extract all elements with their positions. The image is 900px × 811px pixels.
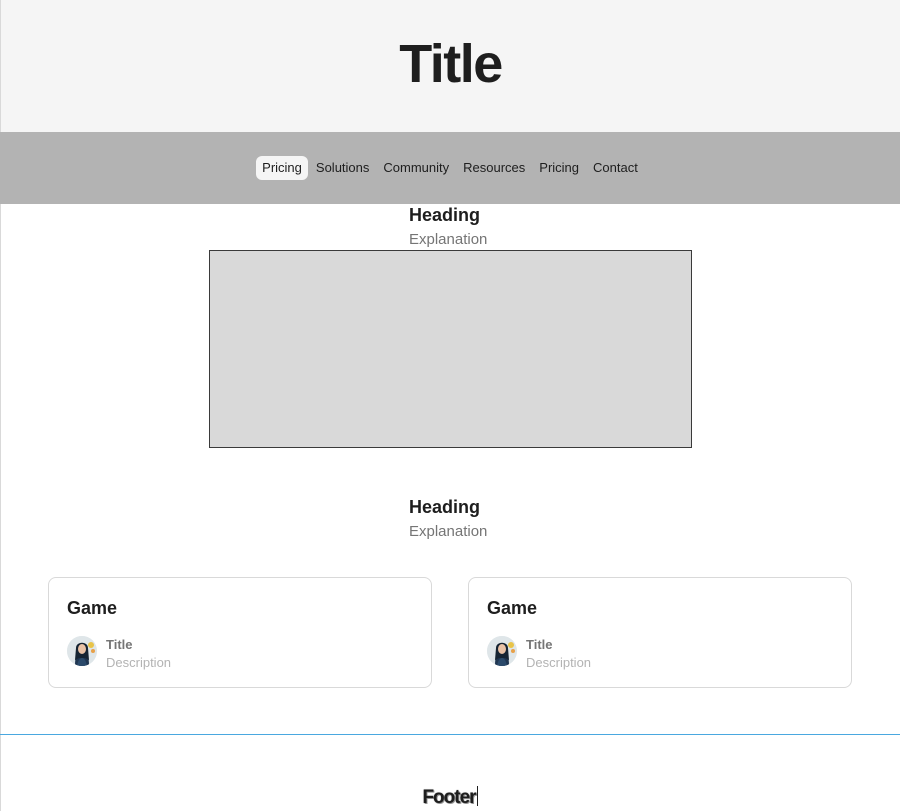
header: Title bbox=[0, 0, 900, 132]
page-border bbox=[0, 204, 1, 735]
text-caret bbox=[476, 786, 478, 806]
avatar bbox=[487, 636, 517, 666]
nav-item-resources[interactable]: Resources bbox=[457, 156, 531, 180]
nav-item-pricing[interactable]: Pricing bbox=[256, 156, 308, 180]
footer[interactable]: Footer bbox=[0, 786, 900, 809]
section-explanation: Explanation bbox=[409, 231, 488, 248]
nav-bar: Pricing Solutions Community Resources Pr… bbox=[0, 132, 900, 204]
nav-item-solutions[interactable]: Solutions bbox=[310, 156, 375, 180]
footer-divider bbox=[0, 734, 900, 735]
section-title: Heading bbox=[409, 497, 481, 517]
game-card[interactable]: Game Title Description bbox=[468, 577, 852, 688]
image-placeholder bbox=[209, 250, 692, 448]
card-user-description: Description bbox=[106, 655, 172, 670]
section-heading-2: Heading Explanation bbox=[409, 496, 487, 542]
footer-text[interactable]: Footer bbox=[422, 787, 476, 808]
game-card[interactable]: Game Title Description bbox=[48, 577, 432, 688]
section-title: Heading bbox=[409, 205, 481, 225]
section-explanation: Explanation bbox=[409, 523, 488, 540]
section-heading-1: Heading Explanation bbox=[409, 204, 487, 250]
nav-item-community[interactable]: Community bbox=[377, 156, 455, 180]
avatar bbox=[67, 636, 97, 666]
card-title: Game bbox=[67, 598, 118, 618]
card-user-title: Title bbox=[526, 637, 553, 652]
nav-item-contact[interactable]: Contact bbox=[587, 156, 644, 180]
nav-item-pricing-2[interactable]: Pricing bbox=[533, 156, 585, 180]
card-title: Game bbox=[487, 598, 538, 618]
card-user-description: Description bbox=[526, 655, 592, 670]
card-user-title: Title bbox=[106, 637, 133, 652]
page-title: Title bbox=[399, 34, 503, 94]
